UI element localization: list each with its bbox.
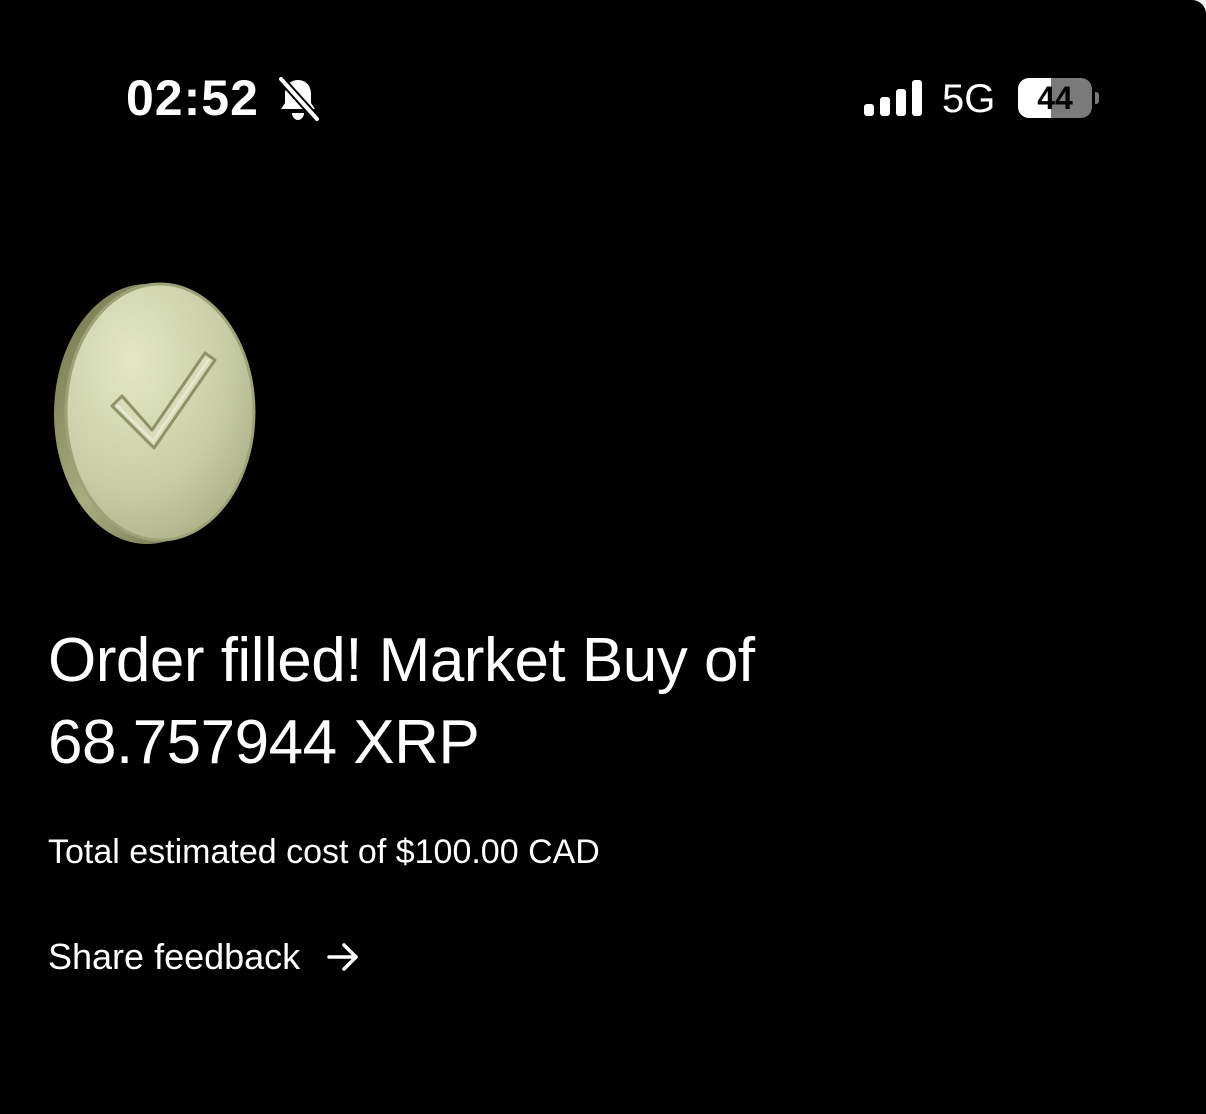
bell-slash-icon (277, 76, 320, 122)
battery-indicator: 44 (1018, 78, 1099, 118)
share-feedback-label: Share feedback (48, 936, 301, 977)
battery-tip (1095, 92, 1099, 104)
battery-level: 44 (1037, 80, 1073, 116)
status-time: 02:52 (126, 70, 259, 126)
headline-line-1: Order filled! Market Buy of (48, 626, 755, 695)
arrow-right-icon (327, 943, 358, 971)
share-feedback-link[interactable]: Share feedback (48, 934, 360, 980)
cellular-signal-icon (864, 80, 922, 116)
headline-line-2: 68.757944 XRP (48, 708, 480, 777)
battery-body: 44 (1018, 78, 1092, 118)
order-confirmation-screen: 02:52 5G 44 Order filled! Market Buy of … (0, 0, 1206, 1114)
network-type-label: 5G (942, 77, 996, 121)
order-filled-headline: Order filled! Market Buy of 68.757944 XR… (48, 620, 1148, 784)
checkmark-coin-icon (54, 282, 256, 544)
estimated-cost-text: Total estimated cost of $100.00 CAD (48, 833, 600, 871)
